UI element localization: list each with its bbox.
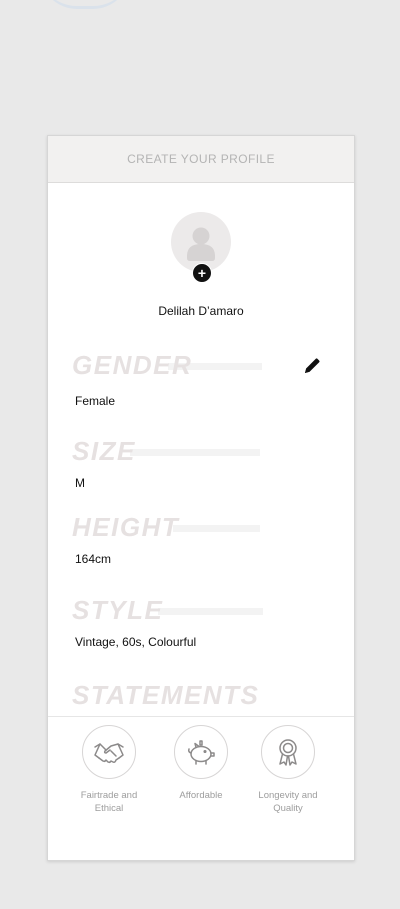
values-row: Fairtrade and Ethical Affordable Longevi… [48,716,354,860]
pencil-icon [305,358,320,373]
section-title-height: HEIGHT [72,512,180,542]
section-title-gender: GENDER [72,350,193,380]
value-affordable[interactable]: Affordable [156,725,246,802]
value-icon-circle [261,725,315,779]
card-header: CREATE YOUR PROFILE [48,136,354,183]
edit-button[interactable] [301,355,323,377]
value-label: Longevity and Quality [258,790,318,814]
user-name: Delilah D’amaro [158,304,244,318]
section-divider [173,525,260,532]
value-fairtrade[interactable]: Fairtrade and Ethical [64,725,154,815]
value-icon-circle [82,725,136,779]
section-divider [158,608,263,615]
gender-value: Female [75,394,116,408]
section-divider [130,449,260,456]
value-label: Affordable [179,790,223,801]
size-value: M [75,476,85,490]
profile-card: CREATE YOUR PROFILE + Delilah D’amaro GE… [47,135,355,861]
section-title-style: STYLE [72,595,164,625]
page-title: CREATE YOUR PROFILE [127,152,275,166]
background-decoration [40,0,130,9]
style-value: Vintage, 60s, Colourful [75,635,197,649]
handshake-icon [94,743,124,764]
piggy-bank-icon [188,740,215,765]
value-longevity[interactable]: Longevity and Quality [243,725,333,815]
add-photo-button[interactable]: + [192,263,212,283]
section-title-statements: STATEMENTS [72,680,260,710]
award-ribbon-icon [279,739,297,766]
value-icon-circle [174,725,228,779]
section-title-size: SIZE [72,436,136,466]
height-value: 164cm [75,552,112,566]
value-label: Fairtrade and Ethical [80,790,138,814]
